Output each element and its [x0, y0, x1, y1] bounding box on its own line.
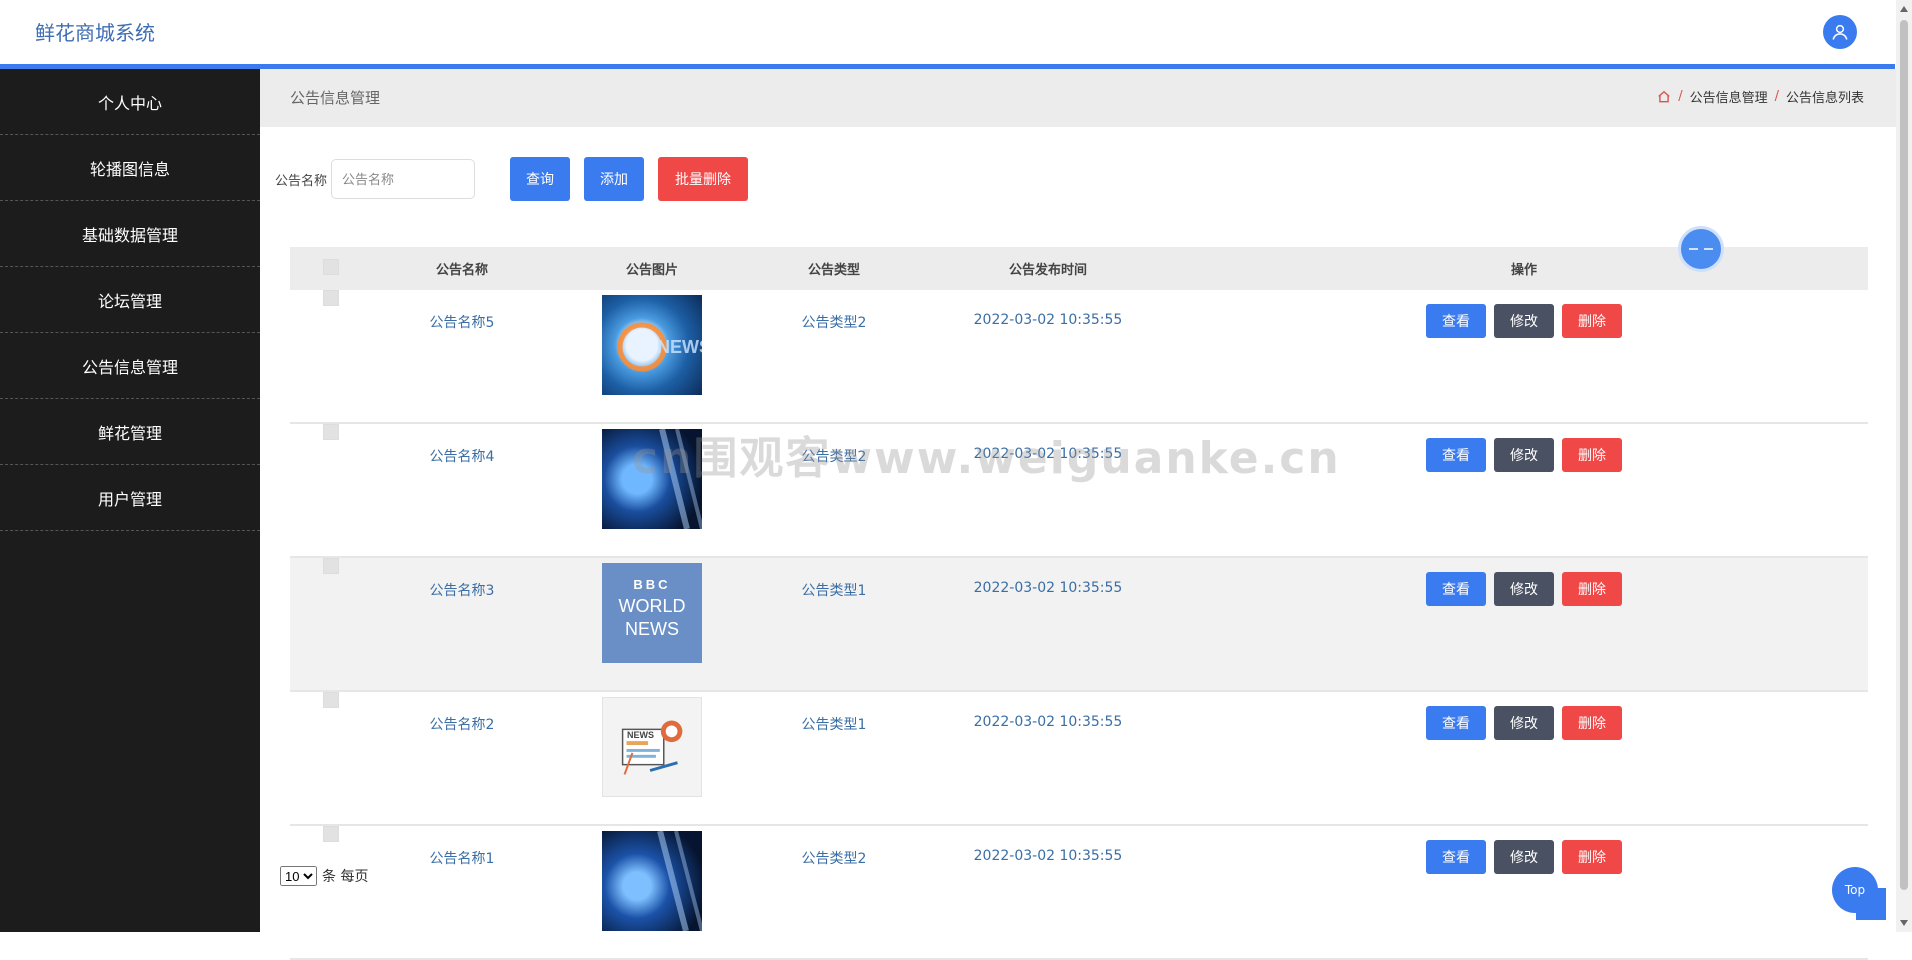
page-size-suffix: 条 每页 — [322, 869, 369, 885]
sidebar-item-users[interactable]: 用户管理 — [0, 465, 260, 531]
scroll-down-arrow[interactable] — [1900, 920, 1908, 926]
news-studio-icon — [602, 831, 702, 931]
main-content: 公告信息管理 / 公告信息管理 / 公告信息列表 公告名称 查询 添加 批量删除… — [260, 69, 1896, 960]
row-checkbox[interactable] — [323, 424, 339, 440]
table-header-row: 公告名称 公告图片 公告类型 公告发布时间 操作 — [290, 247, 1868, 290]
breadcrumb-item-notice[interactable]: 公告信息管理 — [1690, 87, 1768, 106]
sidebar-item-personal-center[interactable]: 个人中心 — [0, 69, 260, 135]
row-checkbox[interactable] — [323, 826, 339, 842]
notice-type: 公告类型2 — [752, 423, 916, 558]
delete-button[interactable]: 删除 — [1562, 304, 1622, 338]
page-size-select[interactable]: 10 20 50 — [280, 866, 317, 886]
notice-time: 2022-03-02 10:35:55 — [916, 290, 1180, 424]
header-checkbox-cell — [290, 247, 372, 290]
notice-name: 公告名称2 — [372, 691, 552, 826]
search-label: 公告名称 — [275, 173, 328, 189]
edit-button[interactable]: 修改 — [1494, 304, 1554, 338]
view-button[interactable]: 查看 — [1426, 304, 1486, 338]
view-button[interactable]: 查看 — [1426, 438, 1486, 472]
scroll-thumb[interactable] — [1900, 20, 1908, 890]
delete-button[interactable]: 删除 — [1562, 572, 1622, 606]
dashes-icon — [1689, 248, 1713, 250]
table-row: 公告名称4 公告类型2 2022-03-02 10:35:55 查看 修改 删除 — [290, 423, 1868, 558]
row-actions: 查看 修改 删除 — [1180, 558, 1868, 606]
breadcrumb-item-notice-list: 公告信息列表 — [1785, 91, 1864, 106]
breadcrumb: / 公告信息管理 / 公告信息列表 — [1657, 87, 1864, 106]
row-checkbox[interactable] — [323, 558, 339, 574]
scroll-up-arrow[interactable] — [1900, 6, 1908, 12]
add-button[interactable]: 添加 — [584, 157, 645, 201]
notice-time: 2022-03-02 10:35:55 — [916, 691, 1180, 826]
search-bar: 公告名称 查询 添加 批量删除 — [275, 157, 749, 201]
edit-button[interactable]: 修改 — [1494, 840, 1554, 874]
notice-time: 2022-03-02 10:35:55 — [916, 557, 1180, 692]
notice-type: 公告类型1 — [752, 691, 916, 826]
pagination: 10 20 50 条 每页 — [280, 866, 368, 886]
notice-type: 公告类型1 — [752, 557, 916, 692]
sidebar-item-flowers[interactable]: 鲜花管理 — [0, 399, 260, 465]
header-time: 公告发布时间 — [916, 247, 1180, 290]
edit-button[interactable]: 修改 — [1494, 572, 1554, 606]
user-icon — [1832, 24, 1848, 40]
content-topbar: 公告信息管理 / 公告信息管理 / 公告信息列表 — [260, 69, 1896, 127]
bbc-world-news-icon: BBC WORLD NEWS — [602, 563, 702, 663]
sidebar-item-basic-data[interactable]: 基础数据管理 — [0, 201, 260, 267]
notice-type: 公告类型2 — [752, 290, 916, 424]
notice-type: 公告类型2 — [752, 825, 916, 960]
edit-button[interactable]: 修改 — [1494, 706, 1554, 740]
row-actions: 查看 修改 删除 — [1180, 692, 1868, 740]
notice-name: 公告名称1 — [372, 825, 552, 960]
brand-title: 鲜花商城系统 — [35, 21, 155, 45]
view-button[interactable]: 查看 — [1426, 840, 1486, 874]
newspaper-icon: NEWS — [602, 697, 702, 797]
table-row: 公告名称1 公告类型2 2022-03-02 10:35:55 查看 修改 删除 — [290, 825, 1868, 960]
notice-name: 公告名称4 — [372, 423, 552, 558]
home-icon[interactable] — [1657, 90, 1671, 104]
back-to-top-button[interactable]: Top — [1832, 867, 1878, 913]
batch-delete-button[interactable]: 批量删除 — [658, 157, 749, 201]
row-actions: 查看 修改 删除 — [1180, 424, 1868, 472]
notice-name-input[interactable] — [331, 159, 476, 199]
news-globe-icon: NEWS — [602, 295, 702, 395]
view-button[interactable]: 查看 — [1426, 572, 1486, 606]
select-all-checkbox[interactable] — [323, 258, 339, 275]
view-button[interactable]: 查看 — [1426, 706, 1486, 740]
row-actions: 查看 修改 删除 — [1180, 290, 1868, 338]
row-checkbox[interactable] — [323, 290, 339, 306]
page-title: 公告信息管理 — [290, 89, 381, 107]
scrollbar[interactable] — [1896, 0, 1912, 932]
edit-button[interactable]: 修改 — [1494, 438, 1554, 472]
sidebar-item-notice[interactable]: 公告信息管理 — [0, 333, 260, 399]
delete-button[interactable]: 删除 — [1562, 438, 1622, 472]
header-type: 公告类型 — [752, 247, 916, 290]
notice-time: 2022-03-02 10:35:55 — [916, 825, 1180, 960]
notice-table: 公告名称 公告图片 公告类型 公告发布时间 操作 公告名称5 NEWS — [290, 247, 1868, 960]
delete-button[interactable]: 删除 — [1562, 706, 1622, 740]
header: 鲜花商城系统 — [0, 0, 1895, 69]
sidebar: 个人中心 轮播图信息 基础数据管理 论坛管理 公告信息管理 鲜花管理 用户管理 — [0, 69, 260, 932]
table-row: 公告名称2 NEWS 公告类型1 2022-03-02 10:35:55 查看 … — [290, 691, 1868, 826]
news-studio-icon — [602, 429, 702, 529]
delete-button[interactable]: 删除 — [1562, 840, 1622, 874]
row-checkbox[interactable] — [323, 692, 339, 708]
svg-text:NEWS: NEWS — [657, 337, 702, 357]
notice-name: 公告名称3 — [372, 557, 552, 692]
floating-tool-button[interactable] — [1678, 226, 1724, 272]
header-actions: 操作 — [1180, 247, 1868, 290]
sidebar-item-forum[interactable]: 论坛管理 — [0, 267, 260, 333]
breadcrumb-separator: / — [1774, 89, 1779, 104]
notice-time: 2022-03-02 10:35:55 — [916, 423, 1180, 558]
notice-name: 公告名称5 — [372, 290, 552, 424]
header-image: 公告图片 — [552, 247, 752, 290]
user-avatar[interactable] — [1823, 15, 1857, 49]
sidebar-item-carousel[interactable]: 轮播图信息 — [0, 135, 260, 201]
breadcrumb-separator: / — [1678, 89, 1683, 104]
table-row: 公告名称5 NEWS 公告类型2 2022-03-02 10:35:55 查看 … — [290, 290, 1868, 424]
row-actions: 查看 修改 删除 — [1180, 826, 1868, 874]
header-name: 公告名称 — [372, 247, 552, 290]
table-row: 公告名称3 BBC WORLD NEWS 公告类型1 2022-03-02 10… — [290, 557, 1868, 692]
query-button[interactable]: 查询 — [510, 157, 571, 201]
